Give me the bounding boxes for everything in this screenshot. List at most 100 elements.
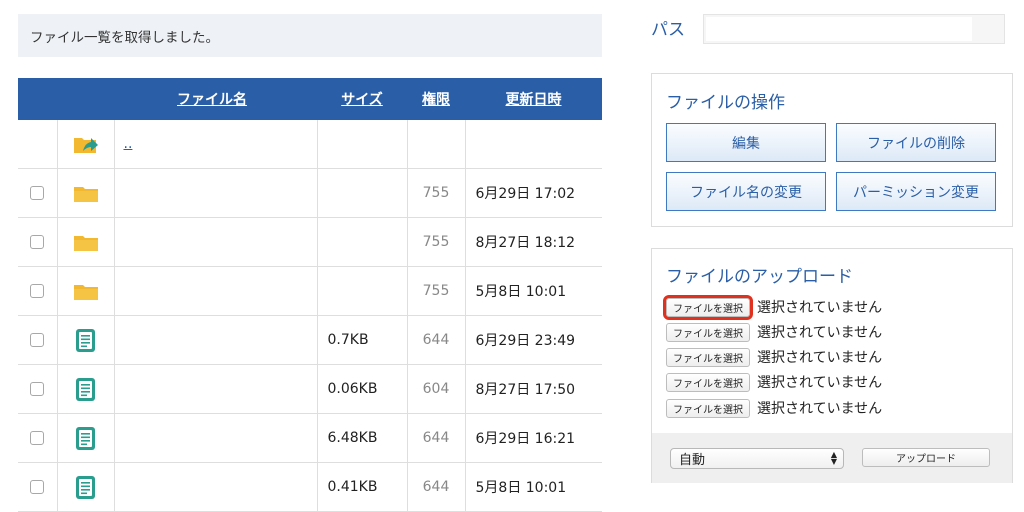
file-table: ファイル名 サイズ 権限 更新日時 .. 755 6月29日 17:02 755… bbox=[18, 78, 602, 512]
no-file-selected-text: 選択されていません bbox=[757, 350, 883, 366]
folder-icon[interactable] bbox=[73, 278, 99, 304]
no-file-selected-text: 選択されていません bbox=[757, 401, 883, 417]
row-perm-cell: 755 bbox=[406, 168, 466, 218]
row-modified-cell bbox=[464, 120, 602, 169]
choose-file-button[interactable]: ファイルを選択 bbox=[666, 347, 750, 367]
row-checkbox-cell bbox=[18, 168, 58, 218]
parent-dir-link[interactable]: .. bbox=[124, 136, 133, 152]
row-size-cell: 6.48KB bbox=[316, 413, 408, 463]
row-size-cell bbox=[316, 168, 408, 218]
row-name-cell: .. bbox=[113, 120, 318, 169]
row-checkbox[interactable] bbox=[30, 284, 45, 298]
row-perm-cell bbox=[406, 120, 466, 169]
row-name-cell[interactable] bbox=[113, 364, 318, 414]
file-input-row: ファイルを選択 選択されていません bbox=[666, 371, 882, 393]
row-checkbox[interactable] bbox=[30, 186, 45, 200]
row-checkbox-cell bbox=[18, 217, 58, 267]
header-checkbox-col bbox=[18, 78, 57, 120]
document-icon[interactable] bbox=[73, 425, 99, 451]
operations-title: ファイルの操作 bbox=[666, 93, 785, 113]
choose-file-button[interactable]: ファイルを選択 bbox=[663, 294, 753, 320]
row-checkbox-cell bbox=[18, 413, 58, 463]
upload-mode-select[interactable]: 自動 ▲ ▼ bbox=[670, 448, 844, 469]
header-size[interactable]: サイズ bbox=[317, 78, 407, 120]
change-permission-button[interactable]: パーミッション変更 bbox=[836, 172, 996, 211]
row-size-cell bbox=[316, 120, 408, 169]
row-size-cell bbox=[316, 266, 408, 316]
path-input[interactable] bbox=[706, 17, 972, 41]
row-name-cell[interactable] bbox=[113, 315, 318, 365]
choose-file-button[interactable]: ファイルを選択 bbox=[666, 322, 750, 342]
row-size-cell: 0.06KB bbox=[316, 364, 408, 414]
row-icon-cell bbox=[56, 462, 115, 512]
row-checkbox-cell bbox=[18, 266, 58, 316]
row-icon-cell bbox=[56, 413, 115, 463]
folder-icon[interactable] bbox=[73, 229, 99, 255]
upload-title: ファイルのアップロード bbox=[666, 267, 853, 287]
row-modified-cell: 5月8日 10:01 bbox=[464, 462, 602, 512]
document-icon[interactable] bbox=[73, 327, 99, 353]
table-row[interactable]: 6.48KB 644 6月29日 16:21 bbox=[18, 413, 602, 463]
choose-file-button[interactable]: ファイルを選択 bbox=[666, 372, 750, 392]
folder-icon[interactable] bbox=[73, 180, 99, 206]
file-input-row: ファイルを選択 選択されていません bbox=[666, 346, 882, 368]
row-perm-cell: 755 bbox=[406, 266, 466, 316]
upload-panel: ファイルのアップロード ファイルを選択 選択されていません ファイルを選択 選択… bbox=[651, 248, 1013, 483]
select-arrows-icon: ▲ ▼ bbox=[830, 450, 837, 466]
row-perm-cell: 604 bbox=[406, 364, 466, 414]
row-checkbox[interactable] bbox=[30, 480, 45, 494]
table-row[interactable]: 755 5月8日 10:01 bbox=[18, 266, 602, 316]
row-name-cell[interactable] bbox=[113, 217, 318, 267]
row-checkbox[interactable] bbox=[30, 431, 45, 445]
folder-up-icon[interactable] bbox=[73, 131, 99, 157]
header-perm[interactable]: 権限 bbox=[407, 78, 465, 120]
path-label: パス bbox=[651, 20, 685, 40]
row-perm-cell: 644 bbox=[406, 413, 466, 463]
table-row[interactable]: 755 6月29日 17:02 bbox=[18, 168, 602, 218]
row-size-cell: 0.7KB bbox=[316, 315, 408, 365]
upload-button[interactable]: アップロード bbox=[862, 448, 990, 467]
table-row[interactable]: 0.7KB 644 6月29日 23:49 bbox=[18, 315, 602, 365]
edit-button[interactable]: 編集 bbox=[666, 123, 826, 162]
row-icon-cell bbox=[56, 217, 115, 267]
no-file-selected-text: 選択されていません bbox=[757, 300, 883, 316]
row-size-cell: 0.41KB bbox=[316, 462, 408, 512]
row-checkbox-cell bbox=[18, 462, 58, 512]
header-modified[interactable]: 更新日時 bbox=[465, 78, 602, 120]
row-perm-cell: 644 bbox=[406, 315, 466, 365]
row-checkbox[interactable] bbox=[30, 333, 45, 347]
file-input-row: ファイルを選択 選択されていません bbox=[666, 321, 882, 343]
row-checkbox[interactable] bbox=[30, 235, 45, 249]
row-icon-cell bbox=[56, 168, 115, 218]
row-size-cell bbox=[316, 217, 408, 267]
upload-footer: 自動 ▲ ▼ アップロード bbox=[652, 433, 1012, 483]
row-perm-cell: 755 bbox=[406, 217, 466, 267]
row-name-cell[interactable] bbox=[113, 168, 318, 218]
row-modified-cell: 5月8日 10:01 bbox=[464, 266, 602, 316]
file-input-row: ファイルを選択 選択されていません bbox=[663, 294, 883, 320]
rename-button[interactable]: ファイル名の変更 bbox=[666, 172, 826, 211]
header-name[interactable]: ファイル名 bbox=[114, 78, 317, 120]
document-icon[interactable] bbox=[73, 376, 99, 402]
row-modified-cell: 8月27日 18:12 bbox=[464, 217, 602, 267]
parent-dir-row[interactable]: .. bbox=[18, 120, 602, 169]
table-row[interactable]: 0.06KB 604 8月27日 17:50 bbox=[18, 364, 602, 414]
row-name-cell[interactable] bbox=[113, 266, 318, 316]
status-message: ファイル一覧を取得しました。 bbox=[18, 14, 602, 57]
row-checkbox[interactable] bbox=[30, 382, 45, 396]
row-checkbox-cell bbox=[18, 315, 58, 365]
delete-file-button[interactable]: ファイルの削除 bbox=[836, 123, 996, 162]
row-checkbox-cell bbox=[18, 364, 58, 414]
row-icon-cell bbox=[56, 120, 115, 169]
upload-mode-value: 自動 bbox=[679, 453, 706, 468]
document-icon[interactable] bbox=[73, 474, 99, 500]
row-name-cell[interactable] bbox=[113, 413, 318, 463]
row-icon-cell bbox=[56, 315, 115, 365]
no-file-selected-text: 選択されていません bbox=[757, 375, 883, 391]
row-name-cell[interactable] bbox=[113, 462, 318, 512]
table-row[interactable]: 755 8月27日 18:12 bbox=[18, 217, 602, 267]
choose-file-button[interactable]: ファイルを選択 bbox=[666, 398, 750, 418]
header-icon-col bbox=[57, 78, 114, 120]
row-icon-cell bbox=[56, 364, 115, 414]
table-row[interactable]: 0.41KB 644 5月8日 10:01 bbox=[18, 462, 602, 512]
